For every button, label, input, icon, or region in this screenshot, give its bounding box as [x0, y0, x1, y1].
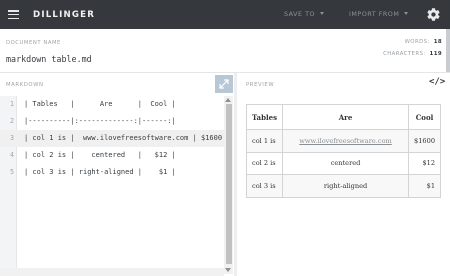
- editor-line[interactable]: 1 | Tables | Are | Cool |: [0, 96, 224, 113]
- table-header: Tables: [245, 104, 284, 130]
- editor-line-active[interactable]: 3 | col 1 is | www.ilovefreesoftware.com…: [0, 130, 224, 147]
- preview-table: Tables Are Cool col 1 is www.ilovefreeso…: [245, 104, 442, 198]
- line-number: 4: [10, 151, 14, 159]
- expand-icon: [219, 79, 229, 89]
- website-link[interactable]: www.ilovefreesoftware.com: [299, 137, 392, 145]
- hamburger-icon[interactable]: [8, 10, 19, 19]
- table-cell: $1600: [408, 129, 442, 153]
- line-number: 1: [10, 100, 14, 108]
- expand-button[interactable]: [215, 75, 233, 93]
- import-from-menu[interactable]: IMPORT FROM: [349, 0, 409, 29]
- top-bar: DILLINGER SAVE TO IMPORT FROM: [0, 0, 450, 29]
- table-row: col 1 is www.ilovefreesoftware.com $1600: [245, 129, 442, 153]
- table-cell: www.ilovefreesoftware.com: [282, 129, 410, 153]
- table-row: col 3 is right-aligned $1: [245, 174, 442, 198]
- table-header: Are: [282, 104, 410, 130]
- code-view-toggle[interactable]: </>: [429, 77, 445, 87]
- table-header: Cool: [408, 104, 442, 130]
- editor-line[interactable]: 4 | col 2 is | centered | $12 |: [0, 147, 224, 164]
- table-cell: $12: [408, 151, 442, 175]
- editor-line[interactable]: 5 | col 3 is | right-aligned | $1 |: [0, 164, 224, 181]
- preview-panel-label: PREVIEW: [246, 82, 275, 88]
- line-text: | Tables | Are | Cool |: [24, 100, 176, 108]
- editor-horizontal-scrollbar[interactable]: [0, 268, 224, 276]
- gear-icon[interactable]: [426, 7, 441, 22]
- markdown-panel-label: MARKDOWN: [6, 82, 44, 88]
- save-to-menu[interactable]: SAVE TO: [284, 0, 325, 29]
- word-count: WORDS: 18: [405, 39, 442, 45]
- table-cell: col 2 is: [245, 151, 284, 175]
- chevron-down-icon: [404, 12, 409, 15]
- scroll-up-icon[interactable]: [225, 98, 231, 102]
- table-header-row: Tables Are Cool: [245, 104, 442, 130]
- line-number: 3: [10, 134, 14, 142]
- line-text: | col 2 is | centered | $12 |: [24, 151, 176, 159]
- editor-line[interactable]: 2 |----------|:-------------:|------:|: [0, 113, 224, 130]
- divider: [0, 72, 450, 73]
- document-area-edge: [446, 29, 450, 73]
- document-info: DOCUMENT NAME markdown table.md WORDS: 18…: [0, 29, 450, 72]
- table-cell: centered: [282, 151, 410, 175]
- line-text: | col 3 is | right-aligned | $1 |: [24, 168, 176, 176]
- chevron-down-icon: [320, 12, 325, 15]
- line-number: 2: [10, 117, 14, 125]
- document-name-label: DOCUMENT NAME: [6, 40, 61, 46]
- scroll-down-icon[interactable]: [225, 268, 231, 272]
- app-logo: DILLINGER: [33, 9, 96, 20]
- word-count-label: WORDS:: [404, 39, 430, 45]
- table-row: col 2 is centered $12: [245, 151, 442, 175]
- table-cell: right-aligned: [282, 174, 410, 198]
- line-number: 5: [10, 168, 14, 176]
- word-count-value: 18: [433, 39, 442, 45]
- markdown-editor[interactable]: 1 | Tables | Are | Cool | 2 |----------|…: [0, 96, 224, 268]
- line-text: | col 1 is | www.ilovefreesoftware.com |…: [24, 134, 224, 142]
- character-count-value: 119: [429, 51, 442, 57]
- line-text: |----------|:-------------:|------:|: [24, 117, 176, 125]
- editor-scrollbar-thumb[interactable]: [226, 104, 232, 264]
- table-cell: col 3 is: [245, 174, 284, 198]
- table-cell: col 1 is: [245, 129, 284, 153]
- character-count-label: CHARACTERS:: [383, 51, 426, 57]
- character-count: CHARACTERS: 119: [383, 51, 442, 57]
- save-to-label: SAVE TO: [284, 10, 316, 18]
- document-name-field[interactable]: markdown table.md: [6, 54, 92, 64]
- panel-divider[interactable]: [234, 73, 237, 276]
- table-cell: $1: [408, 174, 442, 198]
- import-from-label: IMPORT FROM: [349, 10, 400, 18]
